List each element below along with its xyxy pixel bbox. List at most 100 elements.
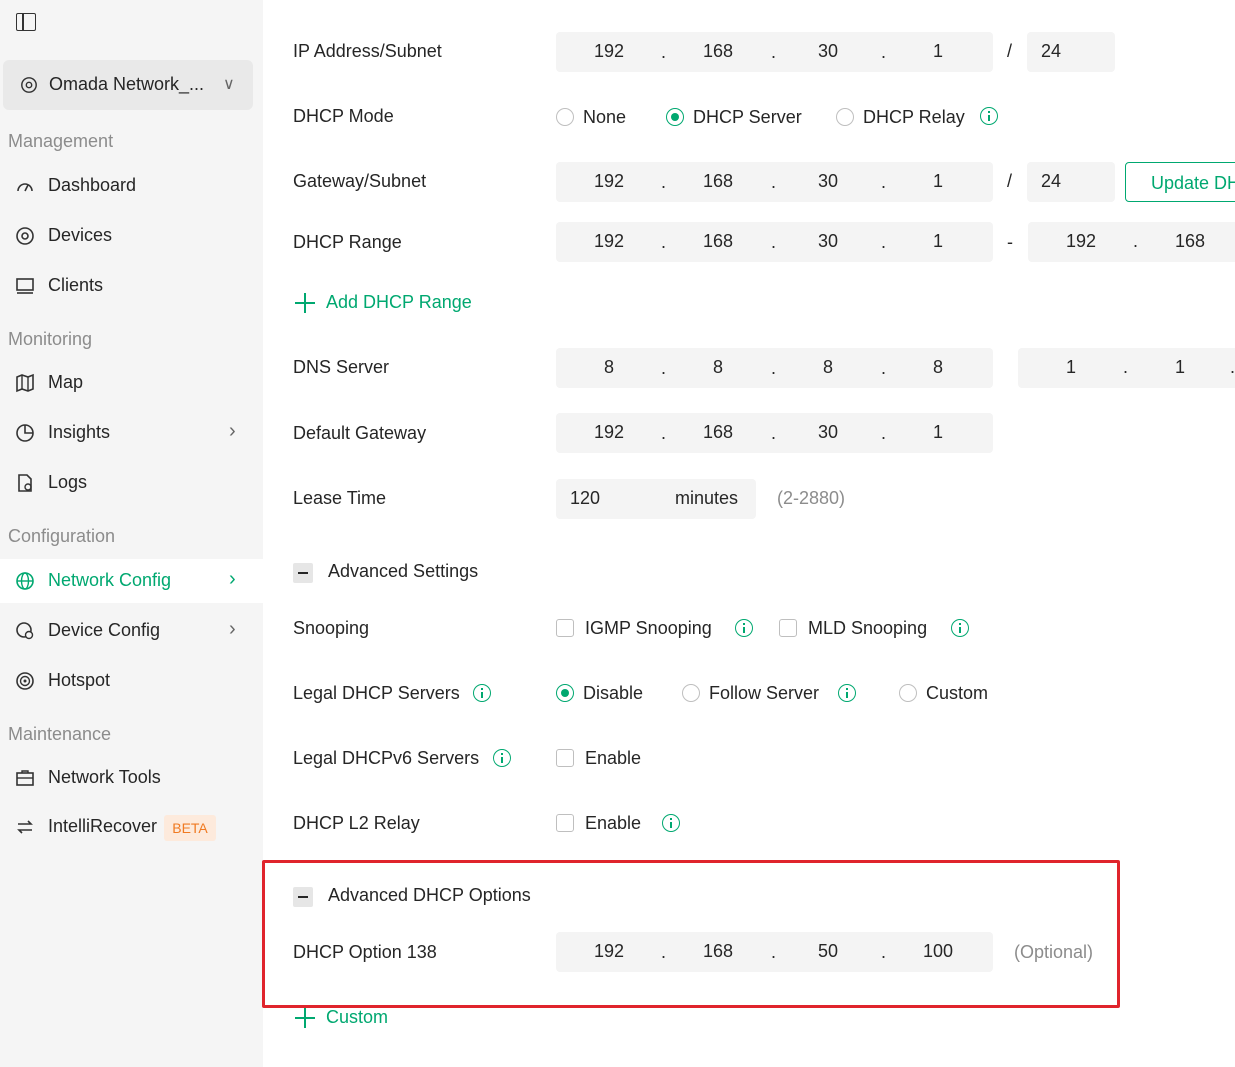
- ip-octet-1: 192: [593, 171, 625, 191]
- ip-octet-1: 192: [593, 941, 625, 961]
- chevron-right-icon: ›: [229, 420, 236, 442]
- dot-separator: .: [771, 172, 777, 192]
- globe-icon: [16, 572, 34, 590]
- dhcp-option-138-label: DHCP Option 138: [293, 942, 437, 962]
- gateway-mask-input[interactable]: 24: [1027, 162, 1115, 202]
- advanced-dhcp-options-title[interactable]: Advanced DHCP Options: [328, 885, 531, 906]
- sidebar-item-hotspot[interactable]: Hotspot: [0, 659, 263, 703]
- legal-dhcpv6-enable-label: Enable: [585, 748, 642, 768]
- info-icon[interactable]: [493, 749, 511, 767]
- legal-dhcpv6-enable-checkbox[interactable]: [556, 749, 574, 767]
- dot-separator: .: [771, 42, 777, 62]
- plus-icon[interactable]: [295, 293, 315, 313]
- dhcp-mode-relay-radio[interactable]: [836, 108, 854, 126]
- plus-icon[interactable]: [295, 1008, 315, 1028]
- beta-badge: BETA: [164, 815, 216, 841]
- dot-separator: .: [881, 42, 887, 62]
- igmp-snooping-label: IGMP Snooping: [585, 618, 712, 638]
- dhcp-mode-server-label: DHCP Server: [693, 107, 802, 127]
- dhcp-mode-server-radio[interactable]: [666, 108, 684, 126]
- sidebar-item-logs[interactable]: Logs: [0, 461, 263, 505]
- lease-time-value: 120: [570, 488, 601, 508]
- sidebar-item-label: Devices: [48, 225, 113, 245]
- dot-separator: .: [881, 358, 887, 378]
- ip-address-input[interactable]: 192 . 168 . 30 . 1: [556, 32, 993, 72]
- ip-octet-4: 1: [932, 171, 943, 191]
- sidebar-item-map[interactable]: Map: [0, 361, 263, 405]
- sidebar-item-label: Network Tools: [48, 767, 161, 787]
- collapse-advanced-dhcp-options-icon[interactable]: [293, 887, 313, 907]
- mld-snooping-checkbox[interactable]: [779, 619, 797, 637]
- range-dash: -: [1007, 232, 1013, 252]
- sidebar-item-label: Dashboard: [48, 175, 137, 195]
- location-pin-icon: [21, 77, 37, 93]
- legal-dhcp-servers-label: Legal DHCP Servers: [293, 683, 460, 703]
- dot-separator: .: [771, 942, 777, 962]
- dhcp-l2-relay-enable-label: Enable: [585, 813, 642, 833]
- info-icon[interactable]: [735, 619, 753, 637]
- sidebar-toggle-icon[interactable]: [16, 13, 36, 31]
- info-icon[interactable]: [662, 814, 680, 832]
- dhcp-l2-relay-enable-checkbox[interactable]: [556, 814, 574, 832]
- subnet-mask-value: 24: [1041, 41, 1062, 61]
- info-icon[interactable]: [838, 684, 856, 702]
- ip-octet-1: 192: [593, 422, 625, 442]
- legal-dhcp-follow-server-radio[interactable]: [682, 684, 700, 702]
- sidebar-item-clients[interactable]: Clients: [0, 264, 263, 308]
- info-icon[interactable]: [951, 619, 969, 637]
- sidebar-item-label: Device Config: [48, 620, 161, 640]
- dot-separator: .: [881, 942, 887, 962]
- dhcp-option-138-input[interactable]: 192 . 168 . 50 . 100: [556, 932, 993, 972]
- ip-octet-4: 1: [932, 231, 943, 251]
- sidebar-item-dashboard[interactable]: Dashboard: [0, 164, 263, 208]
- sidebar-item-label: Hotspot: [48, 670, 111, 690]
- sidebar-item-device-config[interactable]: Device Config ›: [0, 609, 263, 653]
- ip-octet-1: 8: [603, 357, 614, 377]
- dhcp-range-start-input[interactable]: 192 . 168 . 30 . 1: [556, 222, 993, 262]
- legal-dhcp-disable-radio[interactable]: [556, 684, 574, 702]
- default-gateway-input[interactable]: 192 . 168 . 30 . 1: [556, 413, 993, 453]
- ip-octet-2: 168: [702, 422, 734, 442]
- sidebar-item-insights[interactable]: Insights ›: [0, 411, 263, 455]
- legal-dhcp-custom-radio[interactable]: [899, 684, 917, 702]
- logs-icon: [18, 474, 32, 492]
- sidebar-item-network-config[interactable]: Network Config ›: [0, 559, 263, 603]
- ip-octet-1: 192: [593, 41, 625, 61]
- info-icon[interactable]: [980, 107, 998, 125]
- igmp-snooping-checkbox[interactable]: [556, 619, 574, 637]
- lease-time-input[interactable]: 120 minutes: [556, 479, 756, 519]
- dot-separator: .: [1123, 357, 1129, 377]
- ip-octet-3: 30: [817, 171, 839, 191]
- custom-option-link[interactable]: Custom: [326, 1007, 388, 1028]
- info-icon[interactable]: [473, 684, 491, 702]
- site-selector[interactable]: Omada Network_... ∨: [3, 60, 253, 110]
- ip-octet-3: 30: [817, 422, 839, 442]
- dhcp-l2-relay-label: DHCP L2 Relay: [293, 813, 420, 833]
- slash-separator: /: [1007, 41, 1013, 61]
- dns-primary-input[interactable]: 8 . 8 . 8 . 8: [556, 348, 993, 388]
- dot-separator: .: [881, 172, 887, 192]
- sidebar-item-label: Map: [48, 372, 84, 392]
- default-gateway-label: Default Gateway: [293, 423, 427, 443]
- section-monitoring: Monitoring: [8, 329, 93, 349]
- sidebar-item-devices[interactable]: Devices: [0, 214, 263, 258]
- devices-icon: [16, 227, 34, 245]
- advanced-settings-title[interactable]: Advanced Settings: [328, 561, 478, 582]
- dot-separator: .: [661, 232, 667, 252]
- dhcp-range-end-input[interactable]: 192 . 168: [1028, 222, 1235, 262]
- sidebar-item-intellirecover[interactable]: IntelliRecover: [0, 805, 263, 849]
- gateway-address-input[interactable]: 192 . 168 . 30 . 1: [556, 162, 993, 202]
- sidebar-item-network-tools[interactable]: Network Tools: [0, 756, 263, 800]
- add-dhcp-range-link[interactable]: Add DHCP Range: [326, 292, 472, 313]
- update-dhcp-range-button[interactable]: Update DH: [1125, 162, 1235, 202]
- dns-secondary-input[interactable]: 1 . 1 .: [1018, 348, 1235, 388]
- dot-separator: .: [771, 423, 777, 443]
- subnet-mask-input[interactable]: 24: [1027, 32, 1115, 72]
- dot-separator: .: [661, 172, 667, 192]
- collapse-advanced-settings-icon[interactable]: [293, 563, 313, 583]
- sidebar-item-label: IntelliRecover: [48, 816, 158, 836]
- dhcp-mode-relay-label: DHCP Relay: [863, 107, 965, 127]
- dhcp-mode-none-radio[interactable]: [556, 108, 574, 126]
- dot-separator: .: [881, 423, 887, 443]
- optional-hint: (Optional): [1014, 942, 1094, 962]
